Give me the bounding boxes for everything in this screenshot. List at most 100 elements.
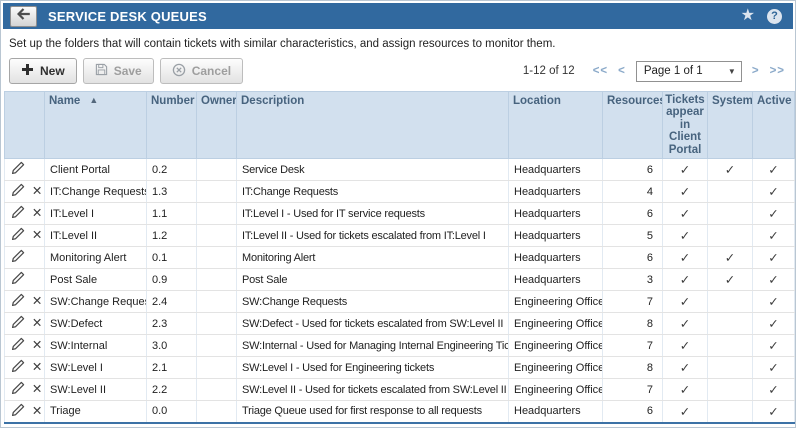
column-header-name[interactable]: Name▲ — [45, 92, 147, 159]
pencil-icon — [11, 408, 25, 420]
help-icon[interactable]: ? — [767, 9, 782, 24]
pencil-icon — [11, 210, 25, 222]
column-header-system[interactable]: System — [708, 92, 753, 159]
edit-button[interactable] — [10, 205, 26, 222]
active-check: ✓ — [753, 159, 795, 181]
table-row: ✕ IT:Level II 1.2 IT:Level II - Used for… — [5, 225, 795, 247]
delete-button[interactable]: ✕ — [29, 361, 44, 374]
queue-resources-cell: 7 — [603, 379, 663, 401]
column-header-active[interactable]: Active — [753, 92, 795, 159]
queue-description-cell: IT:Level II - Used for tickets escalated… — [237, 225, 509, 247]
delete-x-icon: ✕ — [32, 404, 42, 418]
edit-button[interactable] — [10, 403, 26, 420]
system-check — [708, 291, 753, 313]
column-header-location[interactable]: Location — [509, 92, 603, 159]
delete-x-icon: ✕ — [32, 228, 42, 242]
pencil-icon — [11, 166, 25, 178]
queue-owner-cell — [197, 181, 237, 203]
save-button[interactable]: Save — [83, 58, 154, 84]
tickets-in-client-portal-check: ✓ — [663, 181, 708, 203]
queue-description-cell: IT:Level I - Used for IT service request… — [237, 203, 509, 225]
system-check — [708, 379, 753, 401]
tickets-in-client-portal-check: ✓ — [663, 313, 708, 335]
edit-button[interactable] — [10, 161, 26, 178]
row-actions-cell: ✕ — [5, 181, 45, 203]
system-check: ✓ — [708, 159, 753, 181]
new-button[interactable]: New — [9, 58, 77, 84]
queue-location-cell: Headquarters — [509, 401, 603, 423]
queue-description-cell: SW:Defect - Used for tickets escalated f… — [237, 313, 509, 335]
active-check: ✓ — [753, 357, 795, 379]
system-check — [708, 335, 753, 357]
queue-name-cell: Triage — [45, 401, 147, 423]
queue-resources-cell: 6 — [603, 203, 663, 225]
queue-resources-cell: 7 — [603, 291, 663, 313]
pagination-next-button[interactable]: > — [752, 65, 760, 77]
table-row: ✕ Triage 0.0 Triage Queue used for first… — [5, 401, 795, 423]
row-actions-cell — [5, 269, 45, 291]
pencil-icon — [11, 364, 25, 376]
page-select-dropdown[interactable]: Page 1 of 1 ▼ — [636, 61, 742, 82]
queue-name-cell: Post Sale — [45, 269, 147, 291]
table-header-row: Name▲ Number Owner Description Location … — [5, 92, 795, 159]
pencil-icon — [11, 320, 25, 332]
queue-number-cell: 0.0 — [147, 401, 197, 423]
edit-button[interactable] — [10, 337, 26, 354]
delete-button[interactable]: ✕ — [29, 405, 44, 418]
queue-location-cell: Engineering Office — [509, 335, 603, 357]
column-header-number[interactable]: Number — [147, 92, 197, 159]
edit-button[interactable] — [10, 249, 26, 266]
column-header-owner[interactable]: Owner — [197, 92, 237, 159]
delete-button[interactable]: ✕ — [29, 295, 44, 308]
delete-button[interactable]: ✕ — [29, 339, 44, 352]
queue-number-cell: 3.0 — [147, 335, 197, 357]
queue-resources-cell: 5 — [603, 225, 663, 247]
active-check: ✓ — [753, 247, 795, 269]
delete-button[interactable]: ✕ — [29, 383, 44, 396]
queue-location-cell: Headquarters — [509, 159, 603, 181]
table-row: ✕ SW:Level II 2.2 SW:Level II - Used for… — [5, 379, 795, 401]
queue-number-cell: 1.1 — [147, 203, 197, 225]
queue-resources-cell: 7 — [603, 335, 663, 357]
table-row: ✕ SW:Defect 2.3 SW:Defect - Used for tic… — [5, 313, 795, 335]
pencil-icon — [11, 386, 25, 398]
edit-button[interactable] — [10, 227, 26, 244]
cancel-circle-x-icon — [172, 63, 186, 80]
active-check: ✓ — [753, 181, 795, 203]
cancel-button[interactable]: Cancel — [160, 58, 243, 84]
active-check: ✓ — [753, 203, 795, 225]
tickets-in-client-portal-check: ✓ — [663, 379, 708, 401]
edit-button[interactable] — [10, 293, 26, 310]
column-header-description[interactable]: Description — [237, 92, 509, 159]
edit-button[interactable] — [10, 271, 26, 288]
back-arrow-icon — [17, 7, 31, 25]
delete-button[interactable]: ✕ — [29, 185, 44, 198]
favorite-star-icon[interactable]: ★ — [741, 8, 755, 24]
pagination-prev-button[interactable]: < — [618, 65, 626, 77]
delete-button[interactable]: ✕ — [29, 207, 44, 220]
queue-description-cell: Post Sale — [237, 269, 509, 291]
delete-button[interactable]: ✕ — [29, 317, 44, 330]
queue-number-cell: 0.9 — [147, 269, 197, 291]
queue-location-cell: Headquarters — [509, 203, 603, 225]
row-actions-cell: ✕ — [5, 379, 45, 401]
table-row: ✕ SW:Change Requests 2.4 SW:Change Reque… — [5, 291, 795, 313]
tickets-in-client-portal-check: ✓ — [663, 247, 708, 269]
queue-owner-cell — [197, 313, 237, 335]
system-check — [708, 313, 753, 335]
column-header-actions — [5, 92, 45, 159]
pagination-first-button[interactable]: << — [593, 65, 608, 77]
edit-button[interactable] — [10, 315, 26, 332]
edit-button[interactable] — [10, 381, 26, 398]
pagination-last-button[interactable]: >> — [770, 65, 785, 77]
table-row: ✕ IT:Level I 1.1 IT:Level I - Used for I… — [5, 203, 795, 225]
system-check: ✓ — [708, 247, 753, 269]
table-row: Monitoring Alert 0.1 Monitoring Alert He… — [5, 247, 795, 269]
back-button[interactable] — [10, 6, 37, 27]
delete-button[interactable]: ✕ — [29, 229, 44, 242]
edit-button[interactable] — [10, 183, 26, 200]
column-header-resources[interactable]: Resources — [603, 92, 663, 159]
queue-owner-cell — [197, 247, 237, 269]
column-header-tickets-in-client-portal[interactable]: Tickets appear in Client Portal — [663, 92, 708, 159]
edit-button[interactable] — [10, 359, 26, 376]
